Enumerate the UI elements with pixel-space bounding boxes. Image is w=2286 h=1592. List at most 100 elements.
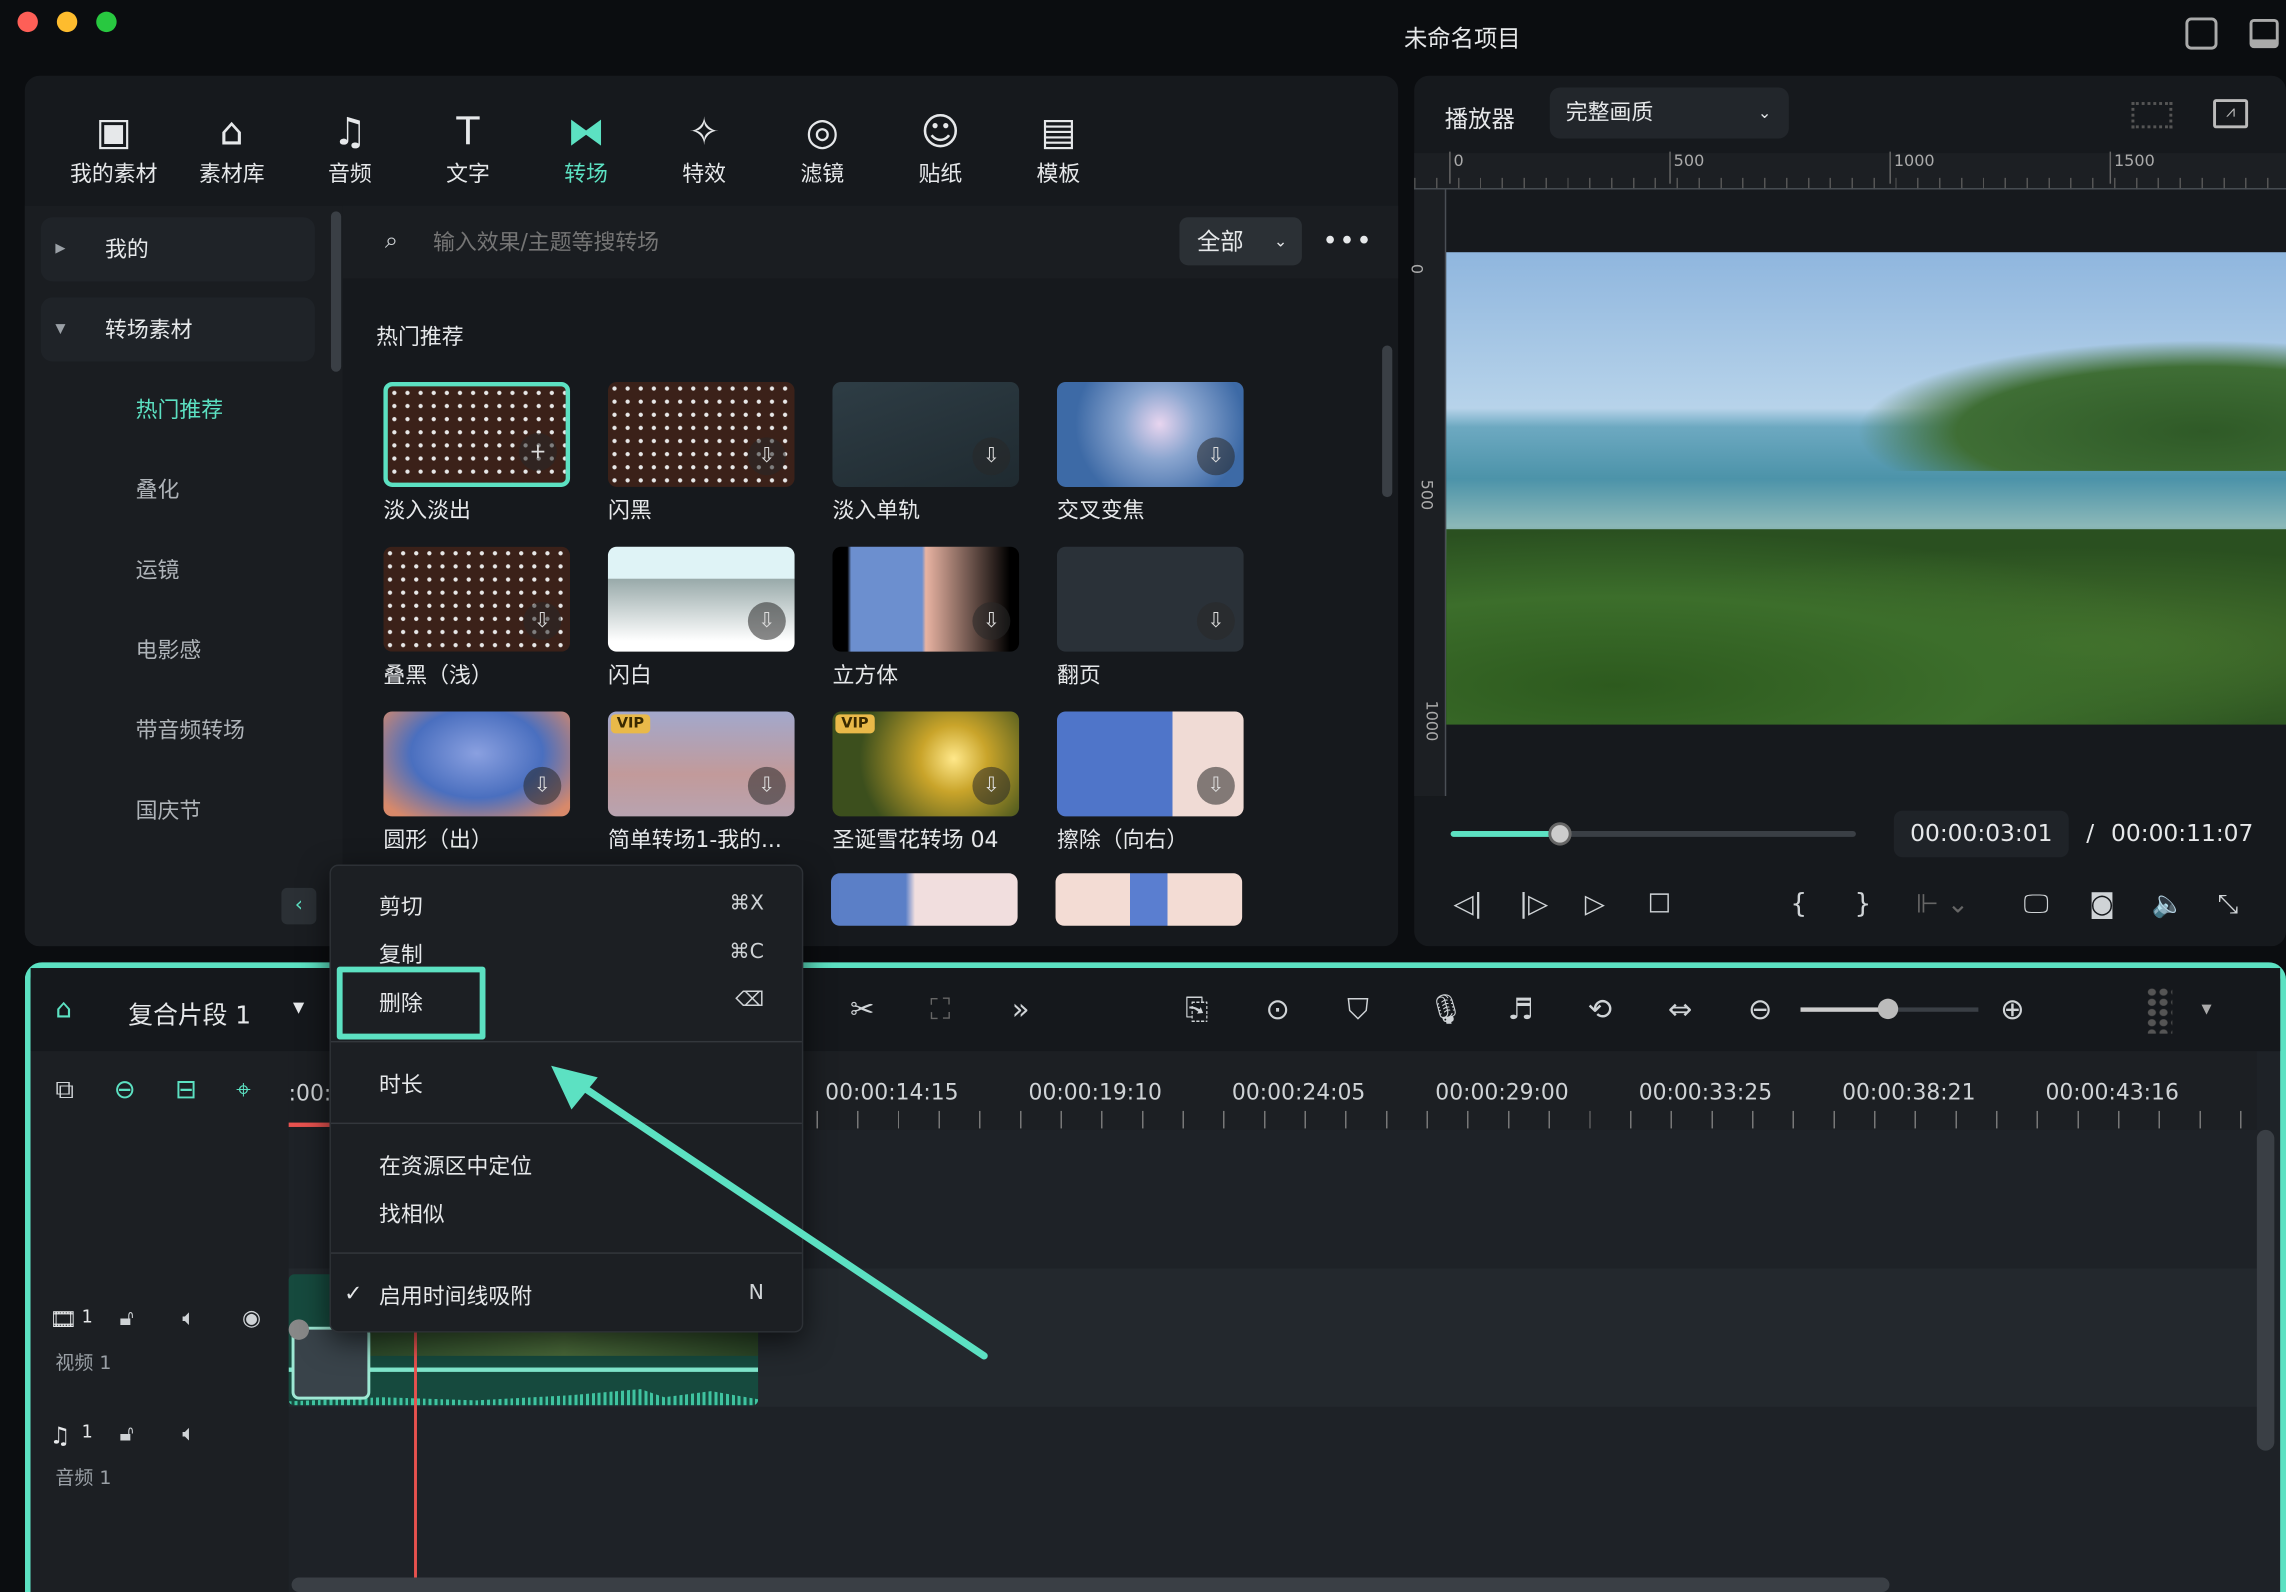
eye-icon[interactable]: ◉ bbox=[242, 1305, 261, 1331]
transition-thumbnail[interactable]: ⇩ bbox=[607, 381, 795, 487]
transition-thumbnail[interactable]: VIP ⇩ bbox=[607, 711, 795, 817]
transition-thumbnail[interactable]: ⇩ bbox=[832, 546, 1020, 652]
home-icon[interactable]: ⌂ bbox=[55, 994, 72, 1025]
audio-mute-icon[interactable]: 🔈︎ bbox=[182, 1305, 195, 1331]
maximize-window-button[interactable] bbox=[96, 11, 117, 33]
zoom-in-icon[interactable]: ⊕ bbox=[2000, 991, 2024, 1026]
close-window-button[interactable] bbox=[17, 11, 38, 33]
download-icon[interactable]: ⇩ bbox=[972, 437, 1011, 476]
download-icon[interactable]: ⇩ bbox=[1196, 602, 1235, 641]
snapshot-icon[interactable]: ◙ bbox=[2089, 889, 2114, 920]
download-icon[interactable]: ⇩ bbox=[523, 602, 562, 641]
transition-thumbnail[interactable]: ⇩ bbox=[1056, 381, 1244, 487]
search-input[interactable] bbox=[432, 224, 1133, 260]
transition-thumbnail[interactable]: ⇩ bbox=[383, 711, 571, 817]
tab-3[interactable]: T 文字 bbox=[410, 111, 527, 188]
sidebar-subitem[interactable]: 运镜 bbox=[136, 554, 180, 585]
next-frame-icon[interactable]: |▷ bbox=[1519, 889, 1548, 920]
more-options-button[interactable]: ••• bbox=[1322, 226, 1373, 257]
sidebar-subitem[interactable]: 带音频转场 bbox=[136, 714, 245, 745]
tab-4[interactable]: ⧓ 转场 bbox=[528, 111, 645, 188]
lock-icon[interactable]: 🔓︎ bbox=[120, 1420, 134, 1446]
collapse-sidebar-button[interactable]: ‹ bbox=[281, 887, 317, 925]
grid-scrollbar[interactable] bbox=[1382, 345, 1393, 498]
transition-thumbnail[interactable] bbox=[831, 873, 1018, 926]
mark-out-icon[interactable]: } bbox=[1854, 889, 1871, 920]
previous-frame-icon[interactable]: ◁| bbox=[1454, 889, 1483, 920]
microphone-icon[interactable]: 🎙︎ bbox=[1427, 991, 1464, 1026]
vertical-scrollbar[interactable] bbox=[2256, 1129, 2275, 1451]
history-icon[interactable] bbox=[2185, 17, 2218, 50]
volume-icon[interactable]: 🔈 bbox=[2152, 889, 2185, 920]
sidebar-subitem[interactable]: 电影感 bbox=[136, 634, 202, 665]
track-height-icon[interactable] bbox=[2146, 987, 2173, 1034]
sidebar-subitem[interactable]: 国庆节 bbox=[136, 795, 202, 826]
download-icon[interactable]: ⇩ bbox=[972, 766, 1011, 805]
scissors-icon[interactable]: ✂ bbox=[850, 991, 874, 1026]
transition-thumbnail[interactable]: VIP ⇩ bbox=[832, 711, 1020, 817]
menu-item-locate[interactable]: 在资源区中定位 bbox=[379, 1150, 532, 1181]
current-time[interactable]: 00:00:03:01 bbox=[1893, 810, 2069, 858]
tab-5[interactable]: ✧ 特效 bbox=[646, 111, 763, 188]
download-icon[interactable]: ⇩ bbox=[972, 602, 1011, 641]
video-preview[interactable] bbox=[1446, 252, 2286, 725]
grid-view-icon[interactable] bbox=[2131, 102, 2173, 129]
tab-6[interactable]: ◎ 滤镜 bbox=[764, 111, 881, 188]
tab-1[interactable]: ⌂ 素材库 bbox=[173, 111, 290, 188]
menu-item-duration[interactable]: 时长 bbox=[379, 1069, 423, 1100]
minimize-window-button[interactable] bbox=[56, 11, 78, 33]
snap-icon[interactable]: ⌖ bbox=[236, 1074, 251, 1105]
transition-thumbnail[interactable]: ⇩ bbox=[832, 381, 1020, 487]
download-icon[interactable]: ⇩ bbox=[1196, 766, 1235, 805]
menu-item-find-similar[interactable]: 找相似 bbox=[379, 1198, 445, 1229]
speed-icon[interactable]: ⊙ bbox=[1265, 991, 1289, 1026]
zoom-out-icon[interactable]: ⊖ bbox=[1748, 991, 1772, 1026]
tab-7[interactable]: ☺ 贴纸 bbox=[882, 111, 999, 188]
download-icon[interactable]: ⇩ bbox=[523, 766, 562, 805]
audio-mix-icon[interactable]: ♬ bbox=[1507, 991, 1533, 1026]
sidebar-group-mine[interactable]: ▶ 我的 bbox=[40, 217, 315, 282]
add-icon[interactable]: + bbox=[519, 432, 557, 471]
filter-dropdown[interactable]: 全部 ⌄ bbox=[1179, 217, 1302, 266]
add-track-icon[interactable]: ⧉ bbox=[55, 1074, 74, 1105]
download-icon[interactable]: ⇩ bbox=[747, 437, 786, 476]
fit-icon[interactable]: ⇔ bbox=[1668, 991, 1692, 1026]
horizontal-scrollbar[interactable] bbox=[291, 1577, 1890, 1592]
clip-handle[interactable] bbox=[288, 1319, 310, 1340]
download-icon[interactable]: ⇩ bbox=[747, 602, 786, 641]
link-icon[interactable]: ⊖ bbox=[114, 1074, 136, 1105]
display-icon[interactable]: 🖵 bbox=[2024, 889, 2049, 920]
tab-0[interactable]: ▣ 我的素材 bbox=[55, 111, 172, 188]
stop-icon[interactable]: ☐ bbox=[1647, 889, 1671, 920]
sidebar-subitem[interactable]: 热门推荐 bbox=[136, 394, 223, 425]
menu-item-timeline-snap[interactable]: 启用时间线吸附 bbox=[379, 1280, 532, 1311]
transition-thumbnail[interactable]: ⇩ bbox=[1056, 546, 1244, 652]
transition-thumbnail[interactable]: ⇩ bbox=[383, 546, 571, 652]
mark-in-icon[interactable]: { bbox=[1790, 889, 1807, 920]
caret-down-icon[interactable]: ▼ bbox=[293, 1000, 304, 1016]
zoom-handle[interactable] bbox=[1877, 998, 1899, 1020]
fullscreen-icon[interactable]: ⤡ bbox=[2217, 889, 2238, 920]
crop-icon[interactable]: ⛶ bbox=[930, 991, 950, 1026]
play-icon[interactable]: ▷ bbox=[1585, 889, 1605, 920]
transition-thumbnail[interactable]: ⇩ bbox=[607, 546, 795, 652]
lock-icon[interactable]: 🔓︎ bbox=[120, 1305, 134, 1331]
render-icon[interactable]: ⟲ bbox=[1588, 991, 1612, 1026]
sidebar-subitem[interactable]: 叠化 bbox=[136, 474, 180, 505]
insert-icon[interactable]: ⊩ ⌄ bbox=[1916, 889, 1969, 920]
more-tools-icon[interactable]: » bbox=[1012, 991, 1030, 1026]
group-icon[interactable]: ⊟ bbox=[175, 1074, 197, 1105]
playback-progress-slider[interactable] bbox=[1450, 831, 1856, 837]
tab-8[interactable]: ▤ 模板 bbox=[1000, 111, 1117, 188]
quality-dropdown[interactable]: 完整画质 ⌄ bbox=[1549, 87, 1789, 139]
transition-thumbnail[interactable]: + bbox=[383, 381, 571, 487]
tab-2[interactable]: ♫ 音频 bbox=[292, 111, 409, 188]
menu-item-cut[interactable]: 剪切 bbox=[379, 891, 423, 922]
marker-icon[interactable]: ⛉ bbox=[1347, 991, 1369, 1026]
ai-camera-icon[interactable]: ⎘ bbox=[1185, 991, 1208, 1026]
caret-down-icon[interactable]: ▼ bbox=[2201, 1003, 2211, 1018]
menu-item-copy[interactable]: 复制 bbox=[379, 939, 423, 970]
sidebar-group-transitions[interactable]: ▼ 转场素材 bbox=[40, 297, 315, 362]
download-icon[interactable]: ⇩ bbox=[1196, 437, 1235, 476]
waveform-scope-icon[interactable]: ⩘ bbox=[2213, 99, 2249, 129]
